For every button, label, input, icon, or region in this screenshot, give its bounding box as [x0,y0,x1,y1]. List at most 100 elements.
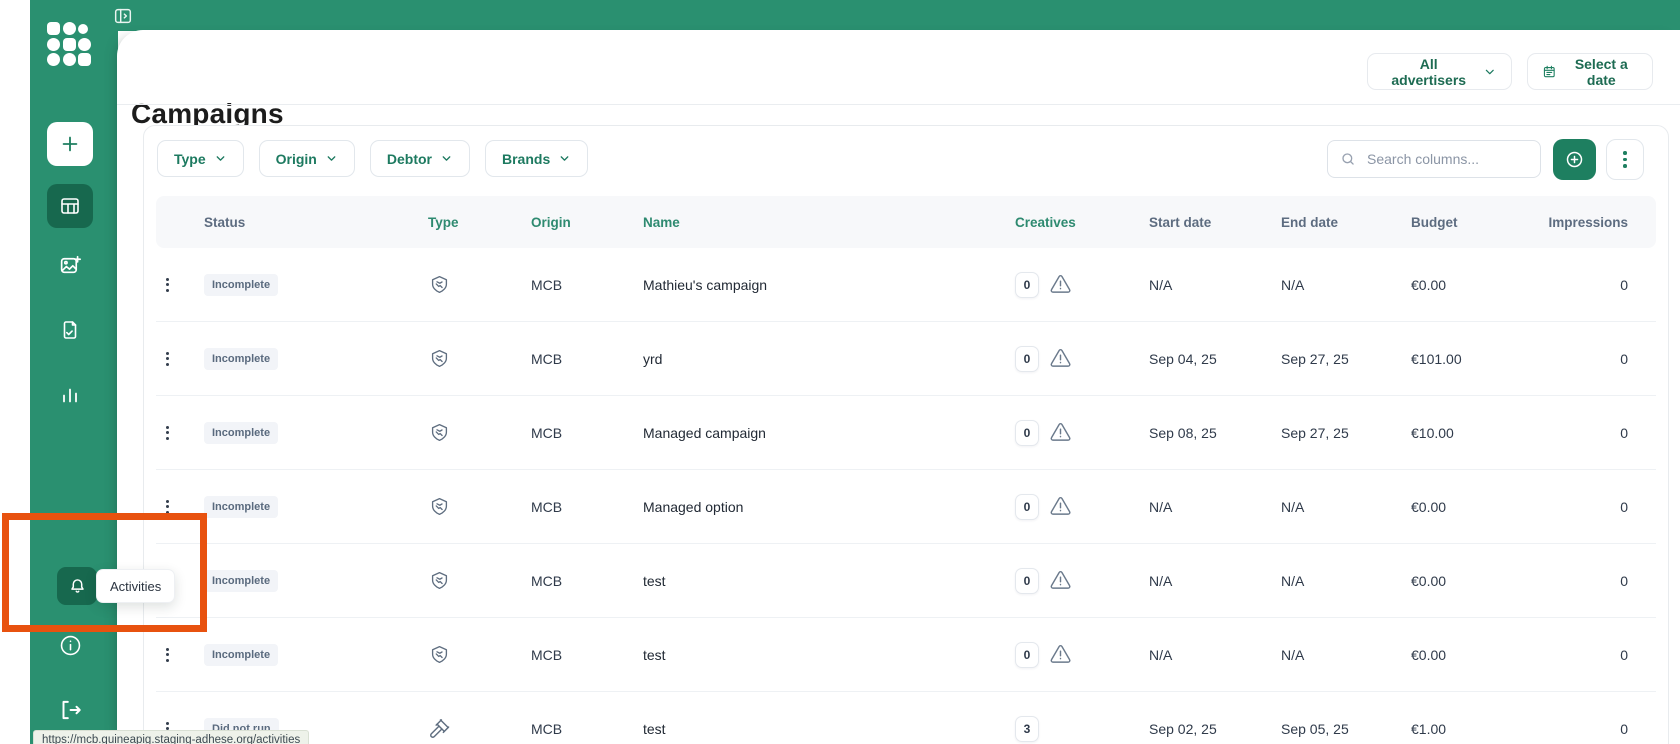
status-badge: Incomplete [204,570,278,592]
row-menu-button[interactable] [162,496,173,518]
warning-icon [1049,348,1072,369]
handshake-icon [428,421,451,444]
sidebar-item-logout[interactable] [47,688,93,732]
sidebar-item-documents[interactable] [47,308,93,352]
warning-icon [1049,274,1072,295]
filter-debtor[interactable]: Debtor [370,140,470,177]
handshake-icon [428,347,451,370]
warning-icon [1049,496,1072,517]
column-header-budget: Budget [1403,215,1523,230]
filter-bar: Type Origin Debtor Brands [157,140,588,177]
origin-cell: MCB [531,351,643,367]
chevron-down-icon [440,152,453,165]
creatives-count: 0 [1015,346,1039,372]
impressions-cell: 0 [1523,721,1656,737]
sidebar-item-creatives[interactable] [47,243,93,287]
image-plus-icon [58,253,83,278]
budget-cell: €10.00 [1403,425,1523,441]
document-check-icon [58,318,82,342]
budget-cell: €0.00 [1403,277,1523,293]
impressions-cell: 0 [1523,277,1656,293]
row-menu-button[interactable] [162,348,173,370]
sidebar-item-info[interactable] [47,623,93,667]
budget-cell: €0.00 [1403,647,1523,663]
search-icon [1340,151,1356,167]
filter-brands[interactable]: Brands [485,140,588,177]
logout-icon [57,697,83,723]
handshake-icon [428,643,451,666]
start-date-cell: Sep 08, 25 [1143,425,1273,441]
end-date-cell: Sep 05, 25 [1273,721,1403,737]
creatives-count: 0 [1015,642,1039,668]
budget-cell: €101.00 [1403,351,1523,367]
budget-cell: €0.00 [1403,573,1523,589]
origin-cell: MCB [531,721,643,737]
plus-icon [59,133,81,155]
impressions-cell: 0 [1523,647,1656,663]
column-header-creatives: Creatives [1003,215,1143,230]
start-date-cell: N/A [1143,277,1273,293]
panel-collapse-icon[interactable] [112,5,134,27]
creatives-count: 0 [1015,568,1039,594]
start-date-cell: N/A [1143,647,1273,663]
app-logo[interactable] [47,22,92,67]
column-header-start-date: Start date [1143,215,1273,230]
campaign-name: test [643,647,1003,663]
campaign-name: Managed campaign [643,425,1003,441]
table-row[interactable]: Did not run MCB test 3 Sep 02, 25 Sep 05… [156,691,1656,744]
table-row[interactable]: Incomplete MCB Mathieu's campaign 0 N/A … [156,248,1656,321]
advertisers-dropdown[interactable]: All advertisers [1367,53,1512,90]
sidebar-item-activities[interactable] [57,567,97,605]
chevron-down-icon [1483,65,1497,79]
status-badge: Incomplete [204,422,278,444]
handshake-icon [428,273,451,296]
column-header-impressions: Impressions [1523,215,1656,230]
row-menu-button[interactable] [162,644,173,666]
calendar-icon [1542,63,1557,80]
select-date-button[interactable]: Select a date [1527,53,1653,90]
status-badge: Incomplete [204,644,278,666]
chevron-down-icon [214,152,227,165]
creatives-count: 0 [1015,420,1039,446]
start-date-cell: N/A [1143,573,1273,589]
handshake-icon [428,569,451,592]
column-header-type: Type [426,215,531,230]
row-menu-button[interactable] [162,422,173,444]
circle-plus-icon [1564,149,1585,170]
sidebar-item-analytics[interactable] [47,373,93,417]
sidebar-item-create[interactable] [47,122,93,166]
end-date-cell: N/A [1273,647,1403,663]
start-date-cell: Sep 02, 25 [1143,721,1273,737]
table-grid-icon [58,194,82,218]
filter-type[interactable]: Type [157,140,244,177]
impressions-cell: 0 [1523,499,1656,515]
table-row[interactable]: Incomplete MCB test 0 N/A N/A €0.00 0 [156,543,1656,617]
filter-origin[interactable]: Origin [259,140,355,177]
origin-cell: MCB [531,499,643,515]
table-row[interactable]: Incomplete MCB Managed campaign 0 Sep 08… [156,395,1656,469]
table-row[interactable]: Incomplete MCB yrd 0 Sep 04, 25 Sep 27, … [156,321,1656,395]
chevron-down-icon [325,152,338,165]
add-campaign-button[interactable] [1553,139,1596,180]
end-date-cell: N/A [1273,277,1403,293]
row-menu-button[interactable] [162,274,173,296]
bell-icon [67,576,88,597]
column-header-end-date: End date [1273,215,1403,230]
search-columns-box [1327,140,1541,178]
search-columns-input[interactable] [1365,150,1528,168]
activities-tooltip: Activities [96,569,175,603]
end-date-cell: N/A [1273,499,1403,515]
end-date-cell: N/A [1273,573,1403,589]
campaigns-table: Status Type Origin Name Creatives Start … [156,196,1656,744]
status-badge: Incomplete [204,496,278,518]
table-row[interactable]: Incomplete MCB Managed option 0 N/A N/A … [156,469,1656,543]
warning-icon [1049,570,1072,591]
start-date-cell: N/A [1143,499,1273,515]
status-badge: Incomplete [204,348,278,370]
sidebar-item-campaigns[interactable] [47,184,93,228]
table-row[interactable]: Incomplete MCB test 0 N/A N/A €0.00 0 [156,617,1656,691]
origin-cell: MCB [531,277,643,293]
handshake-icon [428,495,451,518]
column-header-status: Status [196,215,426,230]
table-options-button[interactable] [1606,139,1644,180]
